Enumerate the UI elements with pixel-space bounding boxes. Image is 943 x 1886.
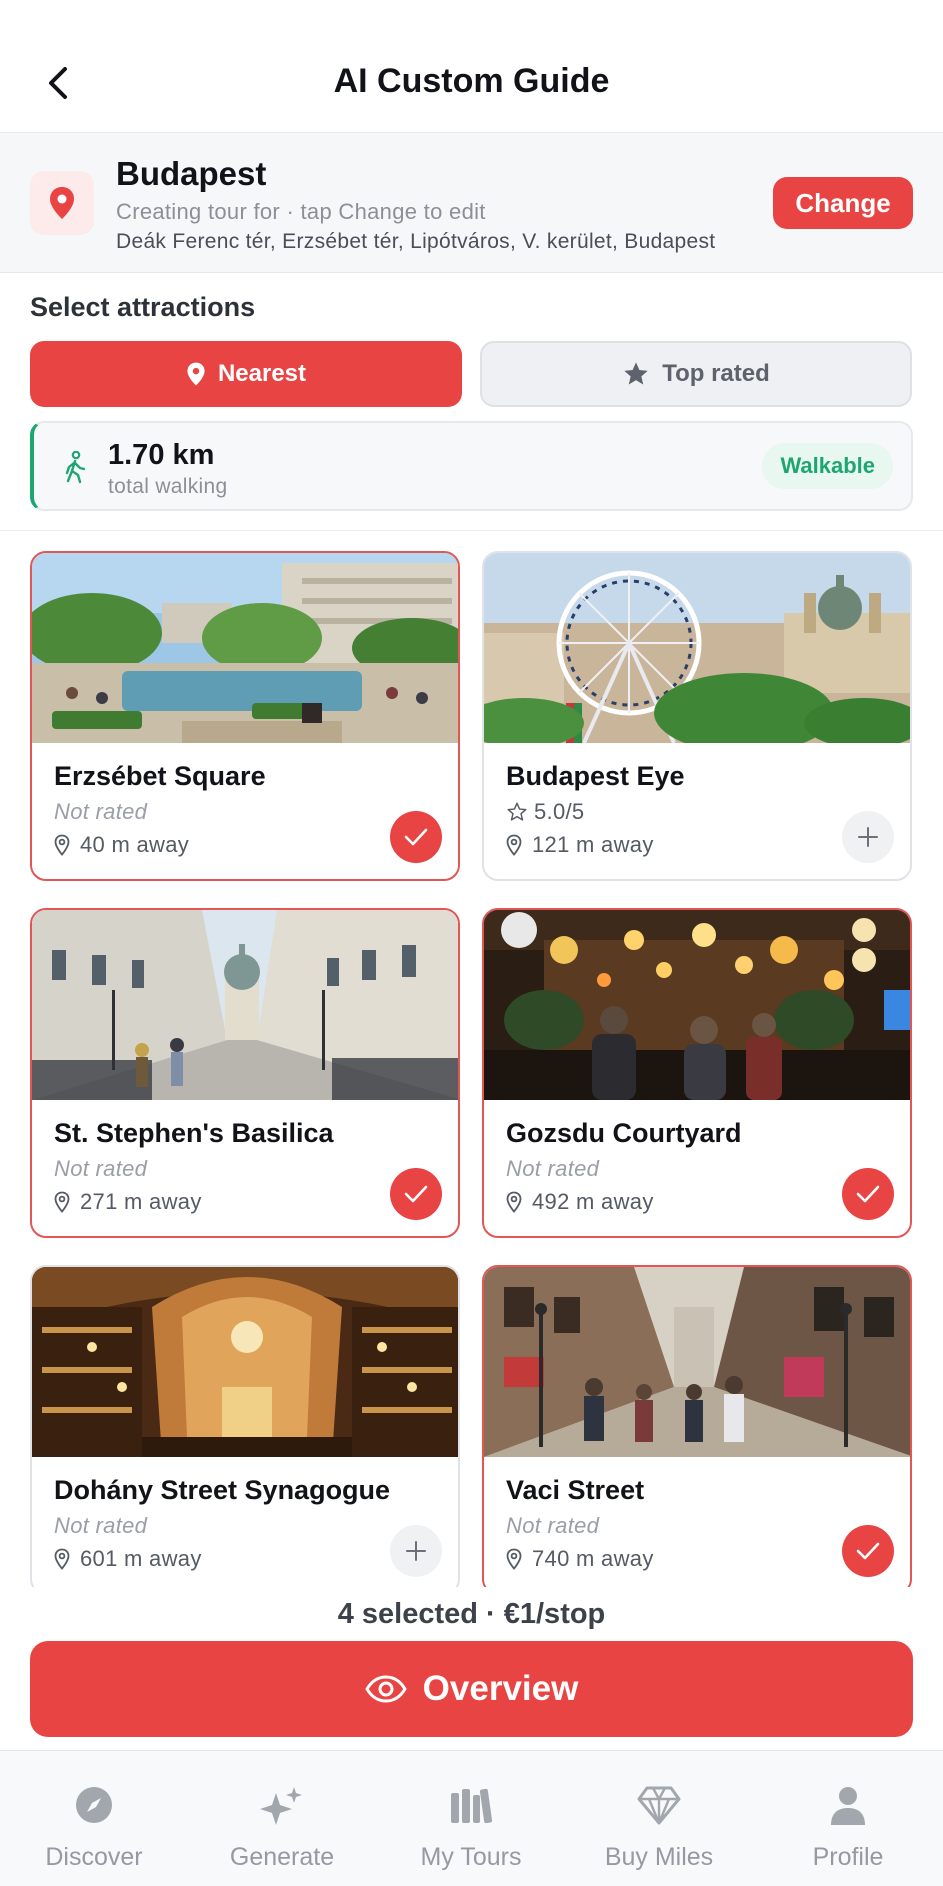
divider: [0, 530, 943, 531]
compass-icon: [76, 1787, 112, 1823]
attraction-name: Budapest Eye: [506, 761, 685, 791]
attractions-grid: Erzsébet Square Not rated 40 m away Buda…: [0, 551, 943, 1587]
library-icon: [451, 1788, 493, 1824]
attraction-rating: Not rated: [54, 799, 148, 824]
attraction-distance-label: 121 m away: [532, 832, 654, 857]
star-outline-icon: [507, 802, 527, 821]
attraction-name: Gozsdu Courtyard: [506, 1118, 742, 1148]
attraction-distance-label: 740 m away: [532, 1546, 654, 1571]
attraction-rating: Not rated: [54, 1513, 148, 1538]
tab-my-tours[interactable]: My Tours: [377, 1751, 565, 1886]
attraction-photo: [484, 1267, 910, 1457]
selection-summary: 4 selected · €1/stop: [337, 1598, 606, 1630]
walking-icon: [65, 451, 86, 484]
tab-buy-miles[interactable]: Buy Miles: [565, 1751, 753, 1886]
attraction-rating: Not rated: [54, 1156, 148, 1181]
attraction-photo: [32, 553, 458, 743]
bottom-tab-bar: Discover Generate My Tours Buy Miles Pro…: [0, 1750, 943, 1886]
overview-button[interactable]: Overview: [30, 1641, 913, 1737]
attraction-distance: 40 m away: [54, 832, 189, 858]
attraction-distance: 740 m away: [506, 1546, 654, 1572]
diamond-icon: [637, 1786, 681, 1825]
sort-nearest-button[interactable]: Nearest: [30, 341, 462, 407]
sort-top-rated-button[interactable]: Top rated: [480, 341, 912, 407]
add-button[interactable]: [842, 811, 894, 863]
attraction-photo: [484, 553, 910, 743]
walking-summary: 1.70 km total walking Walkable: [30, 421, 913, 511]
attraction-card-vaci-street[interactable]: Vaci Street Not rated 740 m away: [482, 1265, 912, 1587]
attraction-card-gozsdu-courtyard[interactable]: Gozsdu Courtyard Not rated 492 m away: [482, 908, 912, 1238]
attraction-photo: [32, 1267, 458, 1457]
tab-label: Discover: [45, 1843, 143, 1871]
map-pin-icon: [50, 187, 74, 219]
location-address: Deák Ferenc tér, Erzsébet tér, Lipótváro…: [116, 230, 716, 253]
walking-distance: 1.70 km: [108, 439, 215, 471]
attraction-name: Erzsébet Square: [54, 761, 266, 791]
tab-label: Generate: [229, 1843, 335, 1871]
app-header: AI Custom Guide: [0, 0, 943, 133]
checkmark-icon: [404, 828, 428, 846]
map-pin-outline-icon: [506, 834, 522, 856]
attraction-card-st-stephens-basilica[interactable]: St. Stephen's Basilica Not rated 271 m a…: [30, 908, 460, 1238]
tab-profile[interactable]: Profile: [754, 1751, 942, 1886]
sparkles-icon: [260, 1787, 302, 1825]
attraction-name: Vaci Street: [506, 1475, 645, 1505]
attraction-distance: 601 m away: [54, 1546, 202, 1572]
attraction-card-budapest-eye[interactable]: Budapest Eye 5.0/5 121 m away: [482, 551, 912, 881]
add-button[interactable]: [390, 1525, 442, 1577]
map-pin-outline-icon: [54, 1191, 70, 1213]
map-pin-outline-icon: [506, 1191, 522, 1213]
map-pin-outline-icon: [54, 834, 70, 856]
attraction-rating: 5.0/5: [506, 799, 584, 825]
attraction-distance: 121 m away: [506, 832, 654, 858]
attraction-photo: [32, 910, 458, 1100]
sort-nearest-label: Nearest: [217, 360, 307, 387]
map-pin-outline-icon: [54, 1548, 70, 1570]
tab-discover[interactable]: Discover: [0, 1751, 188, 1886]
attraction-name: St. Stephen's Basilica: [54, 1118, 334, 1148]
attraction-distance: 271 m away: [54, 1189, 202, 1215]
change-location-button[interactable]: Change: [773, 177, 913, 229]
attraction-distance-label: 40 m away: [80, 832, 190, 857]
attraction-distance-label: 492 m away: [532, 1189, 654, 1214]
tab-label: Buy Miles: [604, 1843, 714, 1871]
page-title: AI Custom Guide: [333, 62, 610, 100]
location-subtitle: Creating tour for · tap Change to edit: [116, 199, 486, 224]
attraction-rating: Not rated: [506, 1156, 600, 1181]
star-icon: [624, 362, 648, 385]
walkable-badge: Walkable: [762, 443, 893, 489]
map-pin-icon: [187, 362, 205, 386]
tab-label: My Tours: [420, 1843, 522, 1871]
attraction-distance-label: 271 m away: [80, 1189, 202, 1214]
checkmark-icon: [856, 1542, 880, 1560]
location-panel: Budapest Creating tour for · tap Change …: [0, 133, 943, 273]
person-icon: [831, 1787, 865, 1825]
attraction-distance: 492 m away: [506, 1189, 654, 1215]
checkmark-icon: [856, 1185, 880, 1203]
deselect-button[interactable]: [390, 1168, 442, 1220]
checkmark-icon: [404, 1185, 428, 1203]
attraction-name: Dohány Street Synagogue: [54, 1475, 391, 1505]
eye-icon: [365, 1675, 407, 1703]
plus-icon: [406, 1541, 426, 1561]
deselect-button[interactable]: [842, 1168, 894, 1220]
attraction-card-erzsebet-square[interactable]: Erzsébet Square Not rated 40 m away: [30, 551, 460, 881]
attraction-photo: [484, 910, 910, 1100]
walking-label: total walking: [108, 475, 228, 498]
location-icon-tile: [30, 171, 94, 235]
attraction-rating-value: 5.0/5: [534, 799, 585, 824]
attraction-card-dohany-street-synagogue[interactable]: Dohány Street Synagogue Not rated 601 m …: [30, 1265, 460, 1587]
deselect-button[interactable]: [390, 811, 442, 863]
attraction-rating: Not rated: [506, 1513, 600, 1538]
attraction-distance-label: 601 m away: [80, 1546, 202, 1571]
tab-label: Profile: [812, 1843, 884, 1871]
deselect-button[interactable]: [842, 1525, 894, 1577]
overview-label: Overview: [422, 1669, 579, 1708]
plus-icon: [858, 827, 878, 847]
tab-generate[interactable]: Generate: [188, 1751, 376, 1886]
map-pin-outline-icon: [506, 1548, 522, 1570]
location-city: Budapest: [116, 155, 267, 192]
sort-top-rated-label: Top rated: [662, 360, 770, 387]
section-title: Select attractions: [30, 292, 256, 322]
